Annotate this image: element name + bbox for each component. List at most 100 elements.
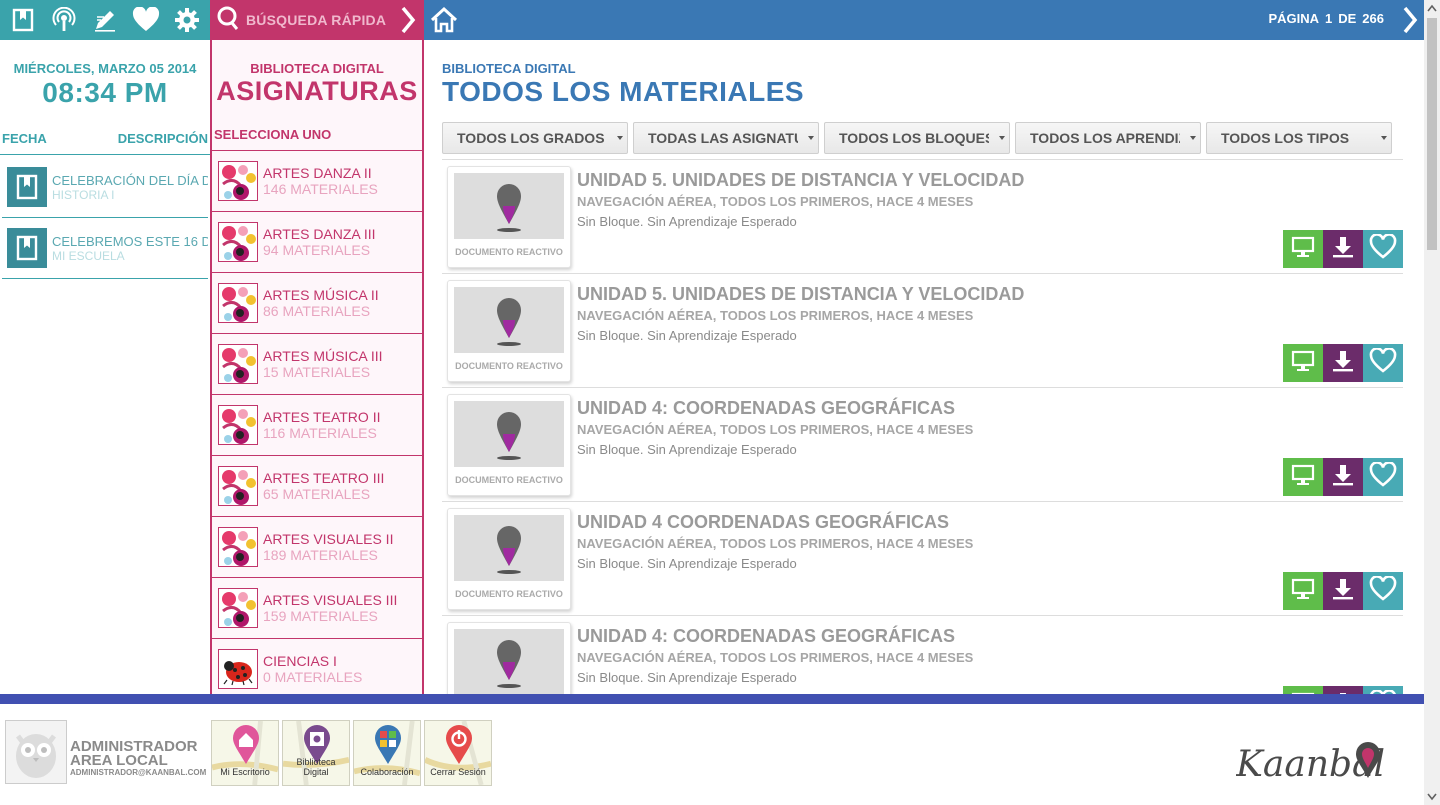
- material-block-info: Sin Bloque. Sin Aprendizaje Esperado: [577, 556, 797, 571]
- subject-item[interactable]: ARTES DANZA II 146 MATERIALES: [212, 151, 422, 212]
- material-actions: [1283, 458, 1403, 496]
- material-title[interactable]: UNIDAD 5. UNIDADES DE DISTANCIA Y VELOCI…: [577, 170, 1024, 191]
- map-pin-icon: [454, 173, 564, 239]
- material-thumbnail[interactable]: DOCUMENTO REACTIVO: [447, 280, 571, 382]
- subject-name: CIENCIAS I: [263, 653, 337, 669]
- heart-icon[interactable]: [130, 4, 162, 36]
- gear-icon[interactable]: [171, 4, 203, 36]
- bookmark-icon: [7, 167, 47, 207]
- material-thumbnail[interactable]: DOCUMENTO REACTIVO: [447, 166, 571, 268]
- avatar[interactable]: [5, 720, 67, 784]
- footer-button-label: Cerrar Sesión: [430, 767, 486, 777]
- subjects-section-label: BIBLIOTECA DIGITAL: [250, 61, 384, 76]
- caret-down-icon: [617, 136, 623, 140]
- view-button[interactable]: [1283, 572, 1323, 610]
- filter-subjects-select[interactable]: TODAS LAS ASIGNATURAS: [633, 122, 819, 154]
- favorite-button[interactable]: [1363, 458, 1403, 496]
- quick-search-label: BÚSQUEDA RÁPIDA: [246, 12, 387, 28]
- subject-count: 0 MATERIALES: [263, 669, 363, 685]
- material-title[interactable]: UNIDAD 5. UNIDADES DE DISTANCIA Y VELOCI…: [577, 284, 1024, 305]
- monitor-icon: [1291, 236, 1315, 263]
- kaanbal-logo: Kaanbal: [1235, 736, 1386, 791]
- current-date: MIÉRCOLES, MARZO 05 2014: [13, 61, 197, 76]
- next-page-button[interactable]: [1402, 4, 1418, 41]
- event-item[interactable]: CELEBREMOS ESTE 16 DE MI ESCUELA: [2, 218, 208, 279]
- subject-name: ARTES MÚSICA III: [263, 348, 383, 364]
- subject-item[interactable]: CIENCIAS I0 MATERIALES: [212, 639, 422, 694]
- collaboration-button[interactable]: Colaboración: [353, 720, 421, 786]
- subject-item[interactable]: ARTES VISUALES III 159 MATERIALES: [212, 578, 422, 639]
- digital-library-button[interactable]: Biblioteca Digital: [282, 720, 350, 786]
- material-meta: NAVEGACIÓN AÉREA, TODOS LOS PRIMEROS, HA…: [577, 194, 974, 209]
- subject-item[interactable]: ARTES TEATRO III 65 MATERIALES: [212, 456, 422, 517]
- event-item[interactable]: CELEBRACIÓN DEL DÍA D HISTORIA I: [2, 157, 208, 218]
- filter-blocks-select[interactable]: TODOS LOS BLOQUES: [824, 122, 1010, 154]
- caret-down-icon: [999, 136, 1005, 140]
- materials-list: DOCUMENTO REACTIVO UNIDAD 5. UNIDADES DE …: [442, 159, 1403, 694]
- download-button[interactable]: [1323, 344, 1363, 382]
- pencil-icon[interactable]: [89, 4, 121, 36]
- chevron-right-icon[interactable]: [400, 4, 416, 41]
- user-area: AREA LOCAL: [70, 752, 168, 769]
- footer-button-label: Biblioteca Digital: [296, 757, 336, 777]
- view-button[interactable]: [1283, 458, 1323, 496]
- material-thumbnail[interactable]: DOCUMENTO REACTIVO: [447, 508, 571, 610]
- current-time: 08:34 PM: [42, 77, 168, 108]
- view-button[interactable]: [1283, 344, 1323, 382]
- bookmark-icon[interactable]: [7, 4, 39, 36]
- subject-count: 116 MATERIALES: [263, 425, 377, 441]
- download-button[interactable]: [1323, 572, 1363, 610]
- subject-thumbnail: [218, 222, 258, 262]
- subject-thumbnail: [218, 161, 258, 201]
- download-button[interactable]: [1323, 686, 1363, 694]
- download-button[interactable]: [1323, 458, 1363, 496]
- subject-item[interactable]: ARTES MÚSICA II 86 MATERIALES: [212, 273, 422, 334]
- material-title[interactable]: UNIDAD 4: COORDENADAS GEOGRÁFICAS: [577, 398, 955, 419]
- material-type-caption: DOCUMENTO REACTIVO: [455, 247, 563, 257]
- chevron-right-icon: [1402, 6, 1418, 40]
- subject-thumbnail: [218, 405, 258, 445]
- filter-learning-select[interactable]: TODOS LOS APRENDIZAJES: [1015, 122, 1201, 154]
- material-block-info: Sin Bloque. Sin Aprendizaje Esperado: [577, 442, 797, 457]
- column-description: DESCRIPCIÓN: [117, 131, 208, 146]
- subject-item[interactable]: ARTES MÚSICA III 15 MATERIALES: [212, 334, 422, 395]
- filter-label: TODOS LOS TIPOS: [1221, 130, 1350, 146]
- material-title[interactable]: UNIDAD 4 COORDENADAS GEOGRÁFICAS: [577, 512, 949, 533]
- podcast-icon[interactable]: [48, 4, 80, 36]
- subject-name: ARTES VISUALES III: [263, 592, 398, 608]
- subject-thumbnail: [218, 527, 258, 567]
- subject-item[interactable]: ARTES TEATRO II 116 MATERIALES: [212, 395, 422, 456]
- filter-label: TODOS LOS APRENDIZAJES: [1030, 130, 1180, 146]
- page-scrollbar[interactable]: [1424, 0, 1440, 805]
- home-icon[interactable]: [428, 4, 460, 36]
- subject-count: 159 MATERIALES: [263, 608, 378, 624]
- filter-grades-select[interactable]: TODOS LOS GRADOS: [442, 122, 628, 154]
- favorite-button[interactable]: [1363, 344, 1403, 382]
- material-thumbnail[interactable]: DOCUMENTO REACTIVO: [447, 394, 571, 496]
- material-actions: [1283, 230, 1403, 268]
- scroll-down-arrow-icon[interactable]: [1424, 789, 1440, 805]
- subject-name: ARTES DANZA II: [263, 165, 372, 181]
- user-info: ADMINISTRADOR AREA LOCAL ADMINISTRADOR@K…: [70, 739, 206, 778]
- logout-button[interactable]: Cerrar Sesión: [424, 720, 492, 786]
- subject-item[interactable]: ARTES DANZA III 94 MATERIALES: [212, 212, 422, 273]
- favorite-button[interactable]: [1363, 686, 1403, 694]
- subject-name: ARTES TEATRO II: [263, 409, 381, 425]
- download-button[interactable]: [1323, 230, 1363, 268]
- material-title[interactable]: UNIDAD 4: COORDENADAS GEOGRÁFICAS: [577, 626, 955, 647]
- power-pin-icon: [444, 725, 474, 770]
- my-desktop-button[interactable]: Mi Escritorio: [211, 720, 279, 786]
- pagination-info: PÁGINA 1 DE 266: [1268, 11, 1384, 26]
- quick-search-bar[interactable]: BÚSQUEDA RÁPIDA: [210, 0, 424, 40]
- filter-types-select[interactable]: TODOS LOS TIPOS: [1206, 122, 1392, 154]
- view-button[interactable]: [1283, 230, 1323, 268]
- scroll-up-arrow-icon[interactable]: [1424, 0, 1440, 16]
- material-meta: NAVEGACIÓN AÉREA, TODOS LOS PRIMEROS, HA…: [577, 308, 974, 323]
- download-icon: [1331, 235, 1355, 264]
- material-thumbnail[interactable]: DOCUMENTO REACTIVO: [447, 622, 571, 694]
- favorite-button[interactable]: [1363, 572, 1403, 610]
- view-button[interactable]: [1283, 686, 1323, 694]
- scrollbar-thumb[interactable]: [1427, 18, 1437, 250]
- subject-item[interactable]: ARTES VISUALES II 189 MATERIALES: [212, 517, 422, 578]
- favorite-button[interactable]: [1363, 230, 1403, 268]
